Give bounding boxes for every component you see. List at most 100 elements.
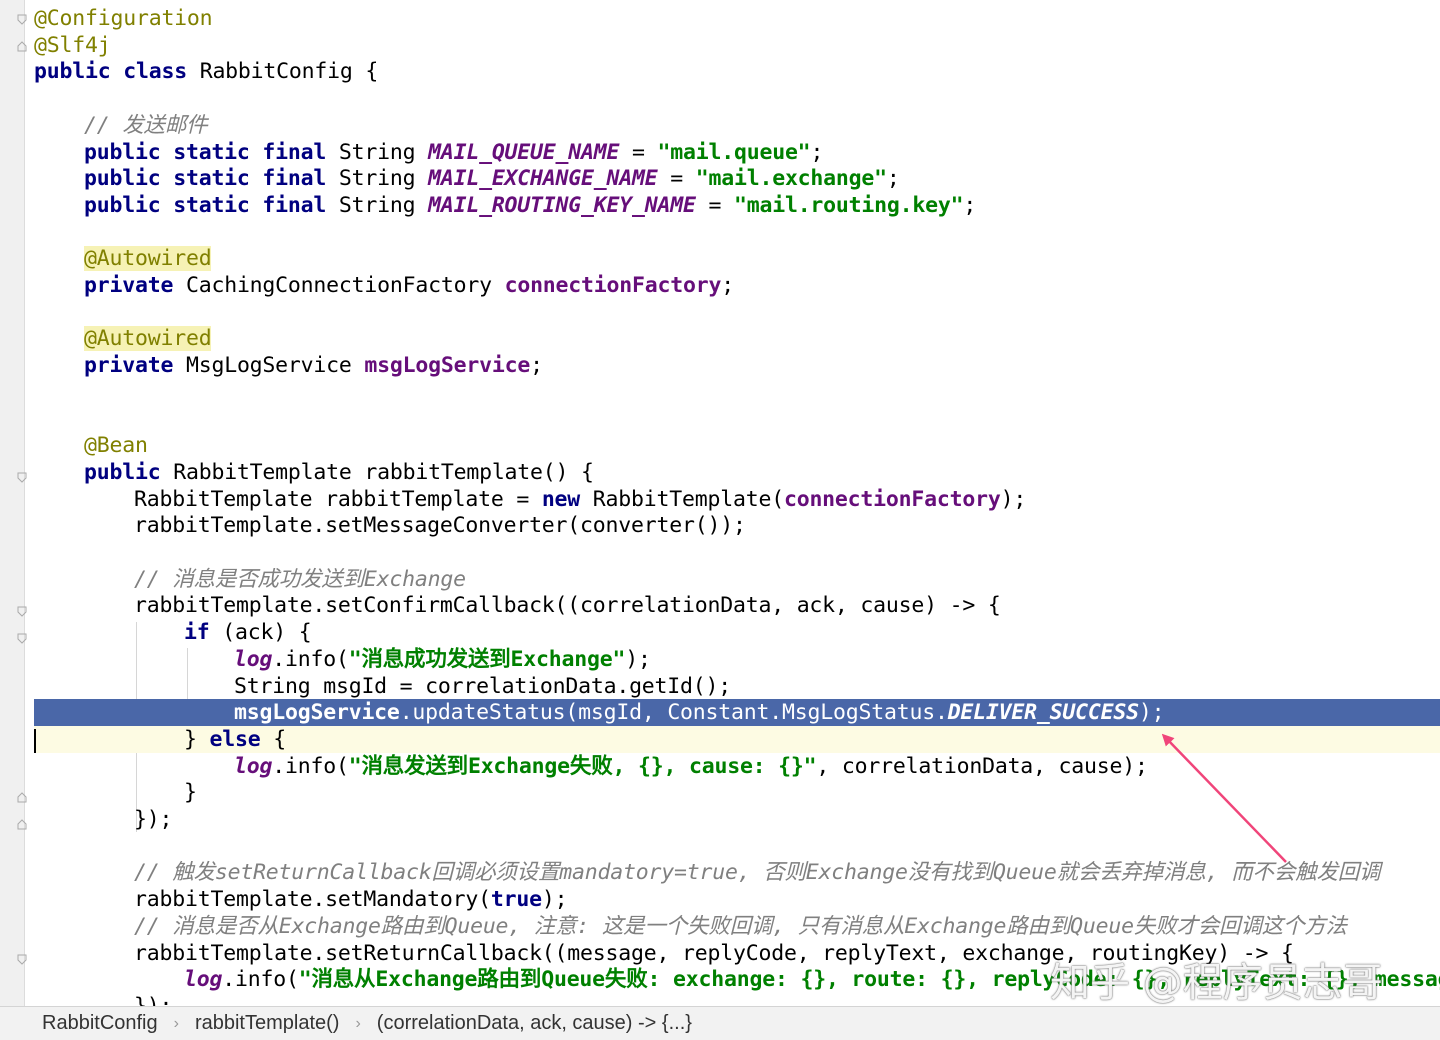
code-token: );	[1000, 486, 1027, 512]
code-token: @Configuration	[34, 6, 213, 31]
code-line[interactable]	[0, 299, 1440, 326]
code-line[interactable]: log.info("消息发送到Exchange失败, {}, cause: {}…	[0, 753, 1440, 780]
code-line[interactable]: } else {	[34, 725, 1440, 753]
breadcrumb-separator: ›	[173, 1014, 179, 1032]
code-line[interactable]: rabbitTemplate.setMandatory(true);	[0, 886, 1440, 913]
code-line[interactable]: @Autowired	[0, 325, 1440, 352]
breadcrumb-item-lambda[interactable]: (correlationData, ack, cause) -> {...}	[377, 1012, 692, 1035]
code-token: private	[84, 273, 174, 298]
code-line[interactable]: // 消息是否从Exchange路由到Queue, 注意: 这是一个失败回调, …	[0, 913, 1440, 940]
code-line[interactable]: String msgId = correlationData.getId();	[0, 673, 1440, 700]
code-line[interactable]: private MsgLogService msgLogService;	[0, 352, 1440, 379]
code-token: ;	[721, 273, 734, 298]
code-token: );	[541, 887, 568, 913]
code-line[interactable]: rabbitTemplate.setConfirmCallback((corre…	[0, 592, 1440, 619]
code-line[interactable]: private CachingConnectionFactory connect…	[0, 272, 1440, 299]
code-line[interactable]: public RabbitTemplate rabbitTemplate() {	[0, 459, 1440, 486]
code-line[interactable]: if (ack) {	[0, 619, 1440, 646]
code-line[interactable]: @Slf4j	[0, 32, 1440, 59]
code-line[interactable]: // 发送邮件	[0, 112, 1440, 139]
code-token: log	[184, 967, 223, 993]
code-token: msgLogService	[234, 700, 400, 726]
code-token: "mail.queue"	[657, 139, 811, 165]
code-token: DELIVER_SUCCESS	[947, 700, 1139, 726]
code-line[interactable]	[0, 219, 1440, 246]
code-line[interactable]: });	[0, 806, 1440, 833]
code-editor[interactable]: @Configuration @Slf4j public class RabbitC…	[0, 0, 1440, 1006]
code-token: new	[541, 486, 581, 512]
code-token: @Slf4j	[34, 32, 111, 58]
code-token: rabbitTemplate.setMessageConverter(conve…	[134, 513, 746, 539]
code-token: =	[619, 139, 658, 165]
code-line[interactable]: public static final String MAIL_ROUTING_…	[0, 192, 1440, 219]
text-caret	[34, 729, 36, 753]
code-token: if	[184, 620, 210, 646]
code-token: });	[134, 807, 173, 832]
code-token: public	[84, 459, 161, 485]
code-line[interactable]: @Bean	[0, 432, 1440, 459]
code-token: (ack) {	[209, 620, 312, 646]
code-token: public	[34, 59, 111, 85]
selected-code-line[interactable]: msgLogService.updateStatus(msgId, Consta…	[34, 699, 1440, 727]
code-token: "消息成功发送到Exchange"	[348, 646, 626, 672]
code-token: String	[326, 139, 429, 165]
code-token: MAIL_ROUTING_KEY_NAME	[428, 192, 696, 218]
code-token: ;	[530, 353, 543, 379]
code-token: ;	[810, 139, 824, 165]
code-token: "mail.routing.key"	[733, 192, 964, 218]
code-line[interactable]	[0, 85, 1440, 112]
code-token: .info(	[272, 646, 349, 672]
code-token: connectionFactory	[783, 486, 1001, 512]
code-token: public static final	[84, 139, 327, 165]
code-token: ;	[963, 192, 977, 218]
code-token: public static final	[84, 192, 327, 218]
code-token: @Autowired	[84, 326, 212, 352]
code-token: msgLogService	[364, 353, 531, 379]
breadcrumb-item-class[interactable]: RabbitConfig	[42, 1012, 158, 1035]
code-line[interactable]: rabbitTemplate.setMessageConverter(conve…	[0, 512, 1440, 539]
code-token: .info(	[272, 753, 349, 779]
code-token: });	[134, 994, 172, 1006]
code-token: RabbitTemplate(	[580, 486, 784, 512]
code-token: String msgId = correlationData.getId();	[234, 673, 732, 699]
code-line[interactable]: // 触发setReturnCallback回调必须设置mandatory=tr…	[0, 859, 1440, 886]
code-token: "消息发送到Exchange失败, {}, cause: {}"	[348, 753, 817, 779]
code-token: ;	[886, 166, 900, 192]
code-token: // 触发setReturnCallback回调必须设置mandatory=tr…	[134, 860, 1381, 886]
code-line[interactable]: public static final String MAIL_EXCHANGE…	[0, 165, 1440, 192]
code-line[interactable]	[0, 379, 1440, 406]
code-line[interactable]	[0, 539, 1440, 566]
code-token: String	[326, 166, 429, 192]
breadcrumb-separator: ›	[355, 1014, 361, 1032]
code-token: CachingConnectionFactory	[173, 273, 505, 298]
code-line[interactable]: public class RabbitConfig {	[0, 58, 1440, 85]
code-token: RabbitTemplate rabbitTemplate() {	[160, 459, 594, 485]
code-line[interactable]: @Autowired	[0, 245, 1440, 272]
code-token: "mail.exchange"	[695, 166, 887, 192]
code-line[interactable]: public static final String MAIL_QUEUE_NA…	[0, 139, 1440, 166]
code-token: else	[209, 726, 261, 752]
code-token: String	[326, 192, 429, 218]
code-token: class	[123, 59, 187, 85]
code-token: // 消息是否从Exchange路由到Queue, 注意: 这是一个失败回调, …	[134, 913, 1347, 939]
code-line[interactable]	[0, 833, 1440, 860]
breadcrumb: RabbitConfig › rabbitTemplate() › (corre…	[0, 1006, 1440, 1040]
watermark-text: 知乎 @程序员志哥	[1050, 960, 1383, 1006]
code-line[interactable]: log.info("消息成功发送到Exchange");	[0, 646, 1440, 673]
code-token: @Autowired	[84, 246, 212, 272]
breadcrumb-item-method[interactable]: rabbitTemplate()	[195, 1012, 340, 1035]
code-line[interactable]: }	[0, 779, 1440, 806]
code-token: );	[625, 646, 651, 672]
code-line[interactable]: RabbitTemplate rabbitTemplate = new Rabb…	[0, 486, 1440, 513]
code-token: private	[84, 353, 174, 379]
code-line[interactable]: @Configuration	[0, 5, 1440, 32]
code-token: , correlationData, cause);	[816, 753, 1148, 779]
code-token: rabbitTemplate.setConfirmCallback((corre…	[134, 593, 1001, 619]
code-line[interactable]	[0, 406, 1440, 433]
code-token: @Bean	[84, 433, 148, 459]
code-token: public static final	[84, 166, 327, 192]
code-token: true	[490, 887, 542, 913]
code-token: }	[184, 780, 197, 806]
code-line[interactable]: // 消息是否成功发送到Exchange	[0, 566, 1440, 593]
